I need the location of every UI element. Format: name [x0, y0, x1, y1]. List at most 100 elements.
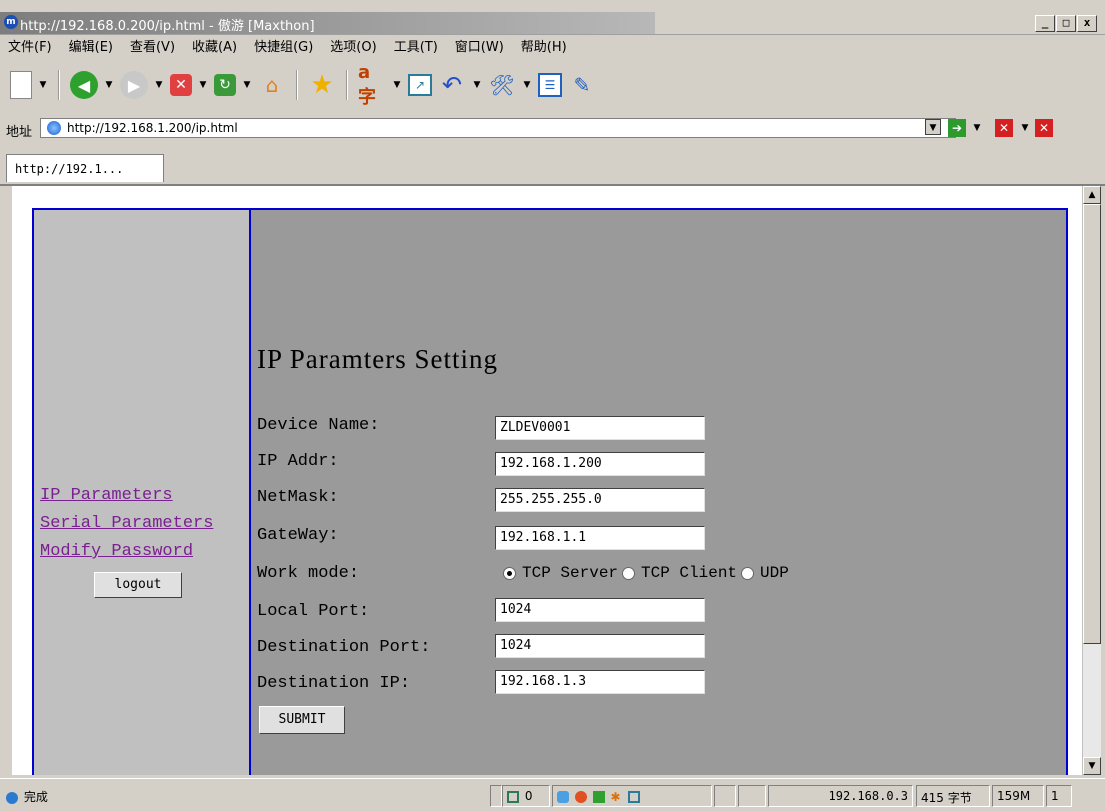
- menu-edit[interactable]: 编辑(E): [69, 36, 113, 55]
- local-port-input[interactable]: 1024: [495, 598, 705, 622]
- favorites-star-icon[interactable]: ★: [308, 70, 336, 100]
- gateway-input[interactable]: 192.168.1.1: [495, 526, 705, 550]
- status-bar: 完成 0 ✱ 192.168.0.3 415 字节 159M 1: [0, 778, 1105, 811]
- destination-port-input[interactable]: 1024: [495, 634, 705, 658]
- menu-view[interactable]: 查看(V): [130, 36, 175, 55]
- radio-udp-label: UDP: [760, 564, 789, 582]
- title-bar: m http://192.168.0.200/ip.html - 傲游 [Max…: [0, 12, 1105, 35]
- refresh-icon[interactable]: ↻: [214, 74, 236, 96]
- destination-port-label: Destination Port:: [257, 638, 431, 657]
- scroll-thumb[interactable]: [1083, 204, 1101, 644]
- go-dropdown-icon[interactable]: ▼: [972, 123, 982, 133]
- work-mode-label: Work mode:: [257, 564, 360, 583]
- undo-dropdown-icon[interactable]: ▼: [472, 80, 482, 90]
- block-icon[interactable]: [574, 790, 587, 803]
- ip-addr-label: IP Addr:: [257, 452, 339, 471]
- page-globe-icon: [47, 121, 61, 135]
- close-all-icon[interactable]: ✕: [1035, 119, 1053, 137]
- menu-options[interactable]: 选项(O): [330, 36, 376, 55]
- radio-udp[interactable]: [741, 566, 755, 580]
- status-empty-cell: [714, 785, 736, 807]
- radio-tcp-client[interactable]: [622, 566, 636, 580]
- address-input[interactable]: http://192.168.1.200/ip.html: [40, 118, 956, 138]
- sidebar-panel-icon[interactable]: ☰: [538, 73, 562, 97]
- netmask-input[interactable]: 255.255.255.0: [495, 488, 705, 512]
- ip-addr-input[interactable]: 192.168.1.200: [495, 452, 705, 476]
- window-icon[interactable]: [628, 790, 641, 803]
- destination-ip-label: Destination IP:: [257, 674, 411, 693]
- work-mode-radio-group: TCP Server TCP Client UDP: [503, 564, 789, 582]
- status-empty-cell: [738, 785, 766, 807]
- translate-icon[interactable]: a字: [358, 62, 386, 108]
- new-page-icon[interactable]: [10, 71, 32, 99]
- device-name-input[interactable]: ZLDEV0001: [495, 416, 705, 440]
- local-port-label: Local Port:: [257, 602, 370, 621]
- window-title: http://192.168.0.200/ip.html - 傲游 [Maxth…: [20, 19, 315, 34]
- status-ip: 192.168.0.3: [768, 785, 913, 807]
- close-tab-dropdown-icon[interactable]: ▼: [1020, 123, 1030, 133]
- vertical-scrollbar[interactable]: ▲ ▼: [1082, 186, 1101, 775]
- edit-page-icon[interactable]: ✎: [568, 71, 596, 99]
- status-bytes: 415 字节: [916, 785, 990, 807]
- close-tab-icon[interactable]: ✕: [995, 119, 1013, 137]
- main-frame: IP Paramters Setting Device Name: ZLDEV0…: [251, 210, 1066, 775]
- address-url[interactable]: http://192.168.1.200/ip.html: [67, 121, 238, 135]
- update-icon[interactable]: [592, 790, 605, 803]
- menu-bar: 文件(F) 编辑(E) 查看(V) 收藏(A) 快捷组(G) 选项(O) 工具(…: [0, 34, 1105, 56]
- minimize-button[interactable]: _: [1035, 15, 1055, 32]
- s-icon[interactable]: [557, 790, 569, 803]
- radio-tcp-server-label: TCP Server: [522, 564, 619, 582]
- undo-icon[interactable]: ↶: [438, 71, 466, 99]
- menu-tools[interactable]: 工具(T): [394, 36, 438, 55]
- stop-icon[interactable]: ✕: [170, 74, 192, 96]
- menu-help[interactable]: 帮助(H): [521, 36, 567, 55]
- radio-tcp-client-label: TCP Client: [641, 564, 738, 582]
- back-icon[interactable]: ◀: [70, 71, 98, 99]
- status-text: 完成: [23, 790, 48, 804]
- menu-groups[interactable]: 快捷组(G): [254, 36, 313, 55]
- tab-ip-page[interactable]: http://192.1...: [6, 154, 164, 182]
- close-window-button[interactable]: x: [1077, 15, 1097, 32]
- translate-dropdown-icon[interactable]: ▼: [392, 80, 402, 90]
- home-icon[interactable]: ⌂: [258, 71, 286, 99]
- netmask-label: NetMask:: [257, 488, 339, 507]
- menu-favorites[interactable]: 收藏(A): [192, 36, 237, 55]
- frameset: IP Parameters Serial Parameters Modify P…: [32, 208, 1068, 775]
- toolbar-divider: [296, 70, 298, 100]
- device-name-label: Device Name:: [257, 416, 380, 435]
- open-window-icon[interactable]: ↗: [408, 74, 432, 96]
- address-dropdown-icon[interactable]: ▼: [925, 119, 941, 135]
- popup-count: 0: [524, 789, 533, 803]
- refresh-dropdown-icon[interactable]: ▼: [242, 80, 252, 90]
- scroll-up-icon[interactable]: ▲: [1083, 186, 1101, 204]
- scroll-down-icon[interactable]: ▼: [1083, 757, 1101, 775]
- gear-icon[interactable]: ✱: [610, 791, 622, 803]
- address-bar: 地址 http://192.168.1.200/ip.html ▼ ➔ ▼ ✕ …: [0, 115, 1105, 143]
- link-ip-parameters[interactable]: IP Parameters: [40, 482, 213, 510]
- popup-count-cell[interactable]: 0: [502, 785, 550, 807]
- page-title: IP Paramters Setting: [257, 344, 498, 374]
- logout-button[interactable]: logout: [94, 572, 182, 598]
- destination-ip-input[interactable]: 192.168.1.3: [495, 670, 705, 694]
- stop-dropdown-icon[interactable]: ▼: [198, 80, 208, 90]
- status-icons-cell: ✱: [552, 785, 712, 807]
- popup-block-icon: [507, 790, 519, 803]
- submit-button[interactable]: SUBMIT: [259, 706, 345, 734]
- link-serial-parameters[interactable]: Serial Parameters: [40, 510, 213, 538]
- tools-dropdown-icon[interactable]: ▼: [522, 80, 532, 90]
- maxthon-logo-icon: m: [4, 15, 18, 29]
- tab-bar: http://192.1...: [0, 148, 1105, 186]
- maximize-button[interactable]: □: [1056, 15, 1076, 32]
- menu-file[interactable]: 文件(F): [8, 36, 52, 55]
- forward-icon[interactable]: ▶: [120, 71, 148, 99]
- go-arrow-icon[interactable]: ➔: [948, 119, 966, 137]
- radio-tcp-server[interactable]: [503, 566, 516, 580]
- tools-icon[interactable]: 🛠: [488, 71, 516, 99]
- menu-window[interactable]: 窗口(W): [455, 36, 504, 55]
- back-dropdown-icon[interactable]: ▼: [104, 80, 114, 90]
- window-controls: _ □ x: [1035, 15, 1097, 32]
- forward-dropdown-icon[interactable]: ▼: [154, 80, 164, 90]
- link-modify-password[interactable]: Modify Password: [40, 538, 213, 566]
- status-text-cell: 完成: [2, 785, 482, 807]
- new-page-dropdown-icon[interactable]: ▼: [38, 80, 48, 90]
